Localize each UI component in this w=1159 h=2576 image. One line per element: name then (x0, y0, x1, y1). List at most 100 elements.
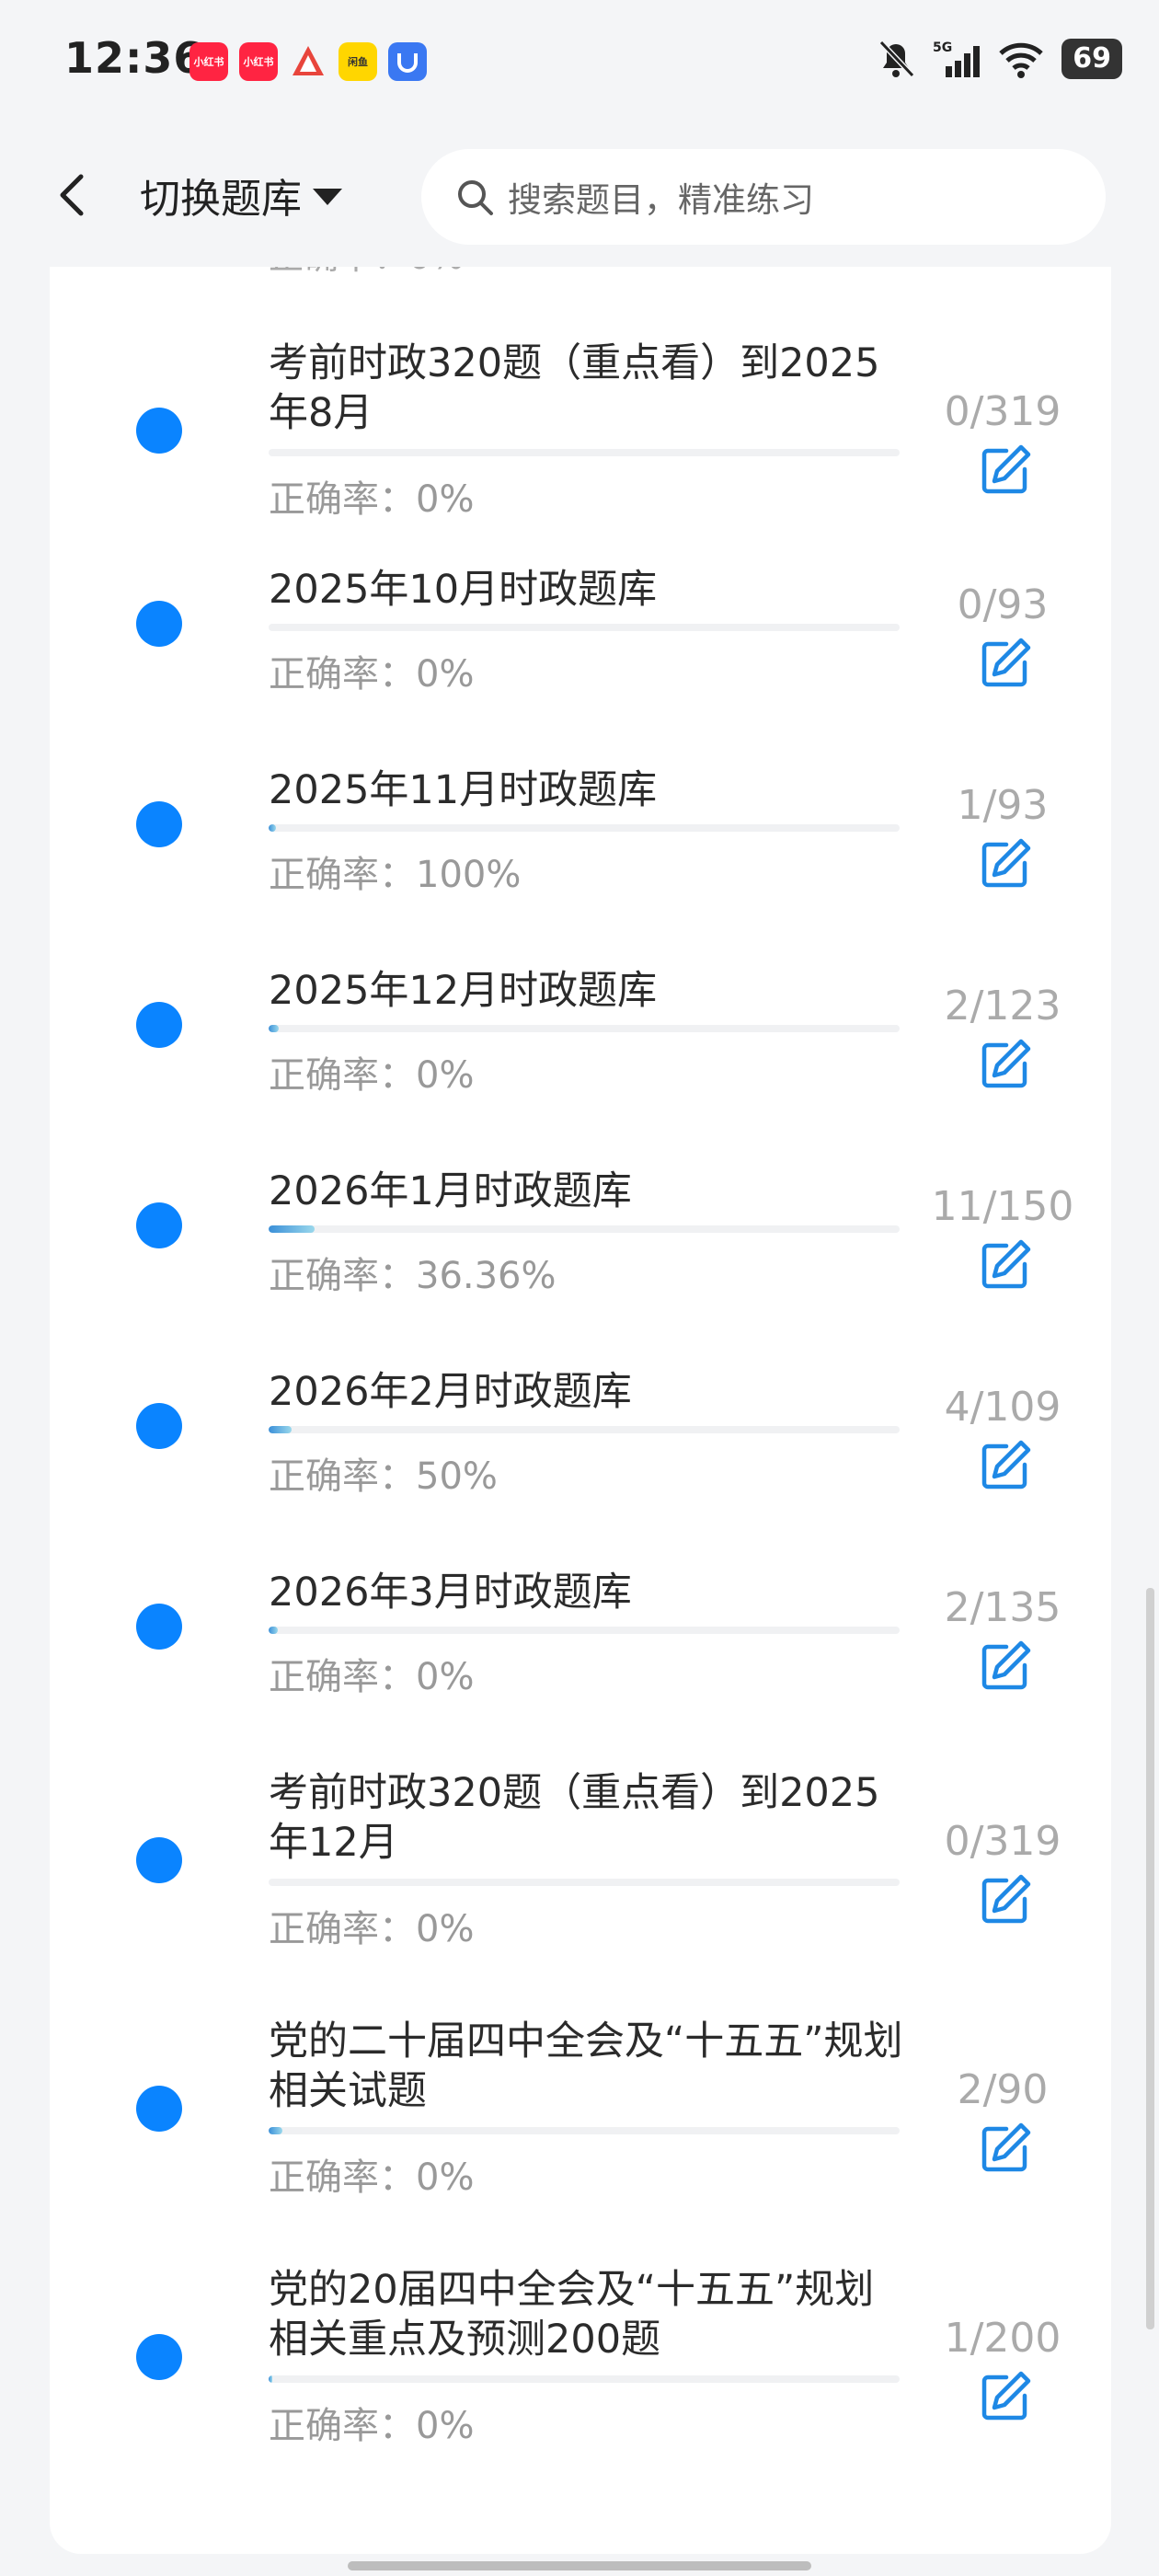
progress-count: 2/135 (944, 1584, 1061, 1631)
bullet-dot (136, 601, 182, 647)
edit-icon[interactable] (979, 837, 1032, 891)
edit-icon[interactable] (979, 2370, 1032, 2423)
bank-title: 2026年1月时政题库 (269, 1168, 632, 1214)
xiaohongshu-icon: 小红书 (239, 42, 278, 81)
notification-app-icons: 小红书 小红书 闲鱼 (189, 42, 427, 81)
question-bank-item[interactable]: 2025年10月时政题库 正确率：0% 0/93 (50, 565, 1111, 765)
switch-library-label: 切换题库 (140, 176, 302, 223)
bullet-dot (136, 1604, 182, 1650)
bank-title: 2026年2月时政题库 (269, 1369, 632, 1415)
progress-count: 0/319 (944, 388, 1061, 435)
search-icon (458, 180, 493, 215)
progress-fill (269, 2127, 283, 2134)
accuracy-text: 正确率：0% (269, 2156, 475, 2199)
edit-icon[interactable] (979, 2122, 1032, 2175)
accuracy-text: 正确率：0% (269, 653, 475, 696)
progress-fill (269, 1627, 279, 1634)
top-bar: 切换题库 搜索题目，精准练习 (0, 129, 1159, 267)
progress-bar (269, 1025, 900, 1032)
bank-title: 2025年10月时政题库 (269, 567, 658, 613)
bullet-dot (136, 1837, 182, 1883)
search-placeholder: 搜索题目，精准练习 (508, 180, 814, 220)
progress-bar (269, 1879, 900, 1886)
edit-icon[interactable] (979, 1038, 1032, 1091)
bank-title: 党的20届四中全会及“十五五”规划相关重点及预测200题 (269, 2267, 875, 2363)
back-arrow-icon[interactable] (46, 167, 101, 223)
accuracy-text: 正确率：0% (269, 1054, 475, 1097)
accuracy-text: 正确率：0% (269, 478, 475, 521)
home-indicator[interactable] (348, 2561, 811, 2570)
battery-indicator: 69 (1061, 39, 1122, 79)
progress-fill (269, 1225, 316, 1233)
progress-bar (269, 1627, 900, 1634)
question-bank-item[interactable]: 2026年1月时政题库正确率：36.36% 11/150 (50, 1167, 1111, 1367)
bullet-dot (136, 2334, 182, 2380)
svg-text:5G: 5G (933, 40, 952, 55)
bell-muted-icon (879, 40, 915, 78)
bullet-dot (136, 1403, 182, 1449)
progress-fill (269, 2375, 273, 2383)
accuracy-text: 正确率：0% (269, 2405, 475, 2447)
progress-count: 1/200 (944, 2315, 1061, 2362)
progress-count: 0/319 (944, 1818, 1061, 1865)
edit-icon[interactable] (979, 1238, 1032, 1292)
accuracy-text: 正确率：50% (269, 1455, 498, 1498)
accuracy-text: 正确率：36.36% (269, 1255, 557, 1297)
bank-title: 2025年11月时政题库 (269, 767, 658, 813)
progress-count: 11/150 (931, 1183, 1074, 1230)
progress-fill (269, 1426, 293, 1433)
progress-count: 4/109 (944, 1384, 1061, 1431)
accuracy-text: 正确率：0% (269, 1656, 475, 1698)
progress-count: 2/90 (957, 2066, 1049, 2113)
wifi-icon (999, 42, 1043, 78)
bullet-dot (136, 1002, 182, 1048)
edit-icon[interactable] (979, 637, 1032, 690)
question-bank-item[interactable]: 2026年2月时政题库 正确率：50% 4/109 (50, 1367, 1111, 1568)
edit-icon[interactable] (979, 443, 1032, 497)
question-bank-item[interactable]: 2025年12月时政题库 正确率：0% 2/123 (50, 966, 1111, 1167)
caret-down-icon (313, 189, 342, 205)
question-bank-list: 正确率：0% 考前时政320题（重点看）到2025年8月正确率：0% 0/319 2… (50, 221, 1111, 2554)
progress-bar (269, 824, 900, 832)
bank-title: 考前时政320题（重点看）到2025年12月 (269, 1770, 880, 1866)
progress-bar (269, 449, 900, 456)
progress-bar (269, 1225, 900, 1233)
switch-library-dropdown[interactable]: 切换题库 (140, 166, 342, 224)
status-time: 12:36 (64, 33, 204, 83)
edit-icon[interactable] (979, 1439, 1032, 1492)
accuracy-text: 正确率：0% (269, 1908, 475, 1950)
question-bank-item[interactable]: 2025年11月时政题库正确率：100% 1/93 (50, 765, 1111, 966)
bullet-dot (136, 2086, 182, 2132)
shield-app-icon (388, 42, 427, 81)
question-bank-item[interactable]: 考前时政320题（重点看）到2025年8月正确率：0% 0/319 (50, 339, 1111, 565)
bank-title: 考前时政320题（重点看）到2025年8月 (269, 340, 880, 436)
progress-count: 2/123 (944, 983, 1061, 1029)
progress-count: 1/93 (957, 782, 1049, 829)
progress-bar (269, 2375, 900, 2383)
question-bank-item[interactable]: 党的20届四中全会及“十五五”规划相关重点及预测200题正确率：0% 1/200 (50, 2265, 1111, 2513)
accuracy-text: 正确率：100% (269, 854, 522, 896)
xiaohongshu-icon: 小红书 (189, 42, 228, 81)
system-icons: 5G 69 (876, 39, 1122, 79)
progress-count: 0/93 (957, 581, 1049, 628)
triangle-app-icon (289, 42, 327, 81)
question-bank-item[interactable]: 2026年3月时政题库正确率：0% 2/135 (50, 1568, 1111, 1768)
search-input[interactable]: 搜索题目，精准练习 (421, 149, 1106, 245)
edit-icon[interactable] (979, 1873, 1032, 1926)
progress-fill (269, 1025, 279, 1032)
progress-fill (269, 824, 276, 832)
bank-title: 2026年3月时政题库 (269, 1570, 632, 1616)
bank-title: 2025年12月时政题库 (269, 968, 658, 1014)
bullet-dot (136, 1202, 182, 1248)
cellular-signal-icon: 5G (933, 40, 981, 77)
question-bank-item[interactable]: 考前时政320题（重点看）到2025年12月正确率：0% 0/319 (50, 1768, 1111, 2017)
progress-bar (269, 624, 900, 631)
bank-title: 党的二十届四中全会及“十五五”规划相关试题 (269, 2018, 903, 2114)
progress-bar (269, 2127, 900, 2134)
question-bank-item[interactable]: 党的二十届四中全会及“十五五”规划相关试题正确率：0% 2/90 (50, 2017, 1111, 2265)
xianyu-icon: 闲鱼 (339, 42, 377, 81)
status-bar: 12:36 小红书 小红书 闲鱼 5G 69 (0, 0, 1159, 129)
edit-icon[interactable] (979, 1639, 1032, 1693)
bullet-dot (136, 801, 182, 847)
scrollbar[interactable] (1146, 1588, 1154, 2329)
